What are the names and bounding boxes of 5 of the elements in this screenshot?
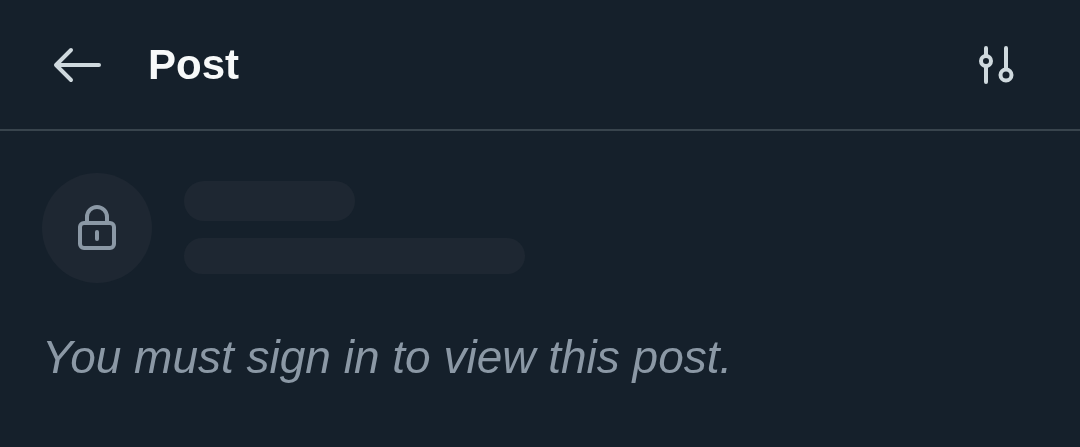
back-arrow-icon [51, 46, 101, 83]
lock-icon [77, 205, 117, 251]
sign-in-message: You must sign in to view this post. [42, 330, 734, 385]
sliders-icon [977, 44, 1015, 85]
page-title: Post [148, 40, 239, 90]
